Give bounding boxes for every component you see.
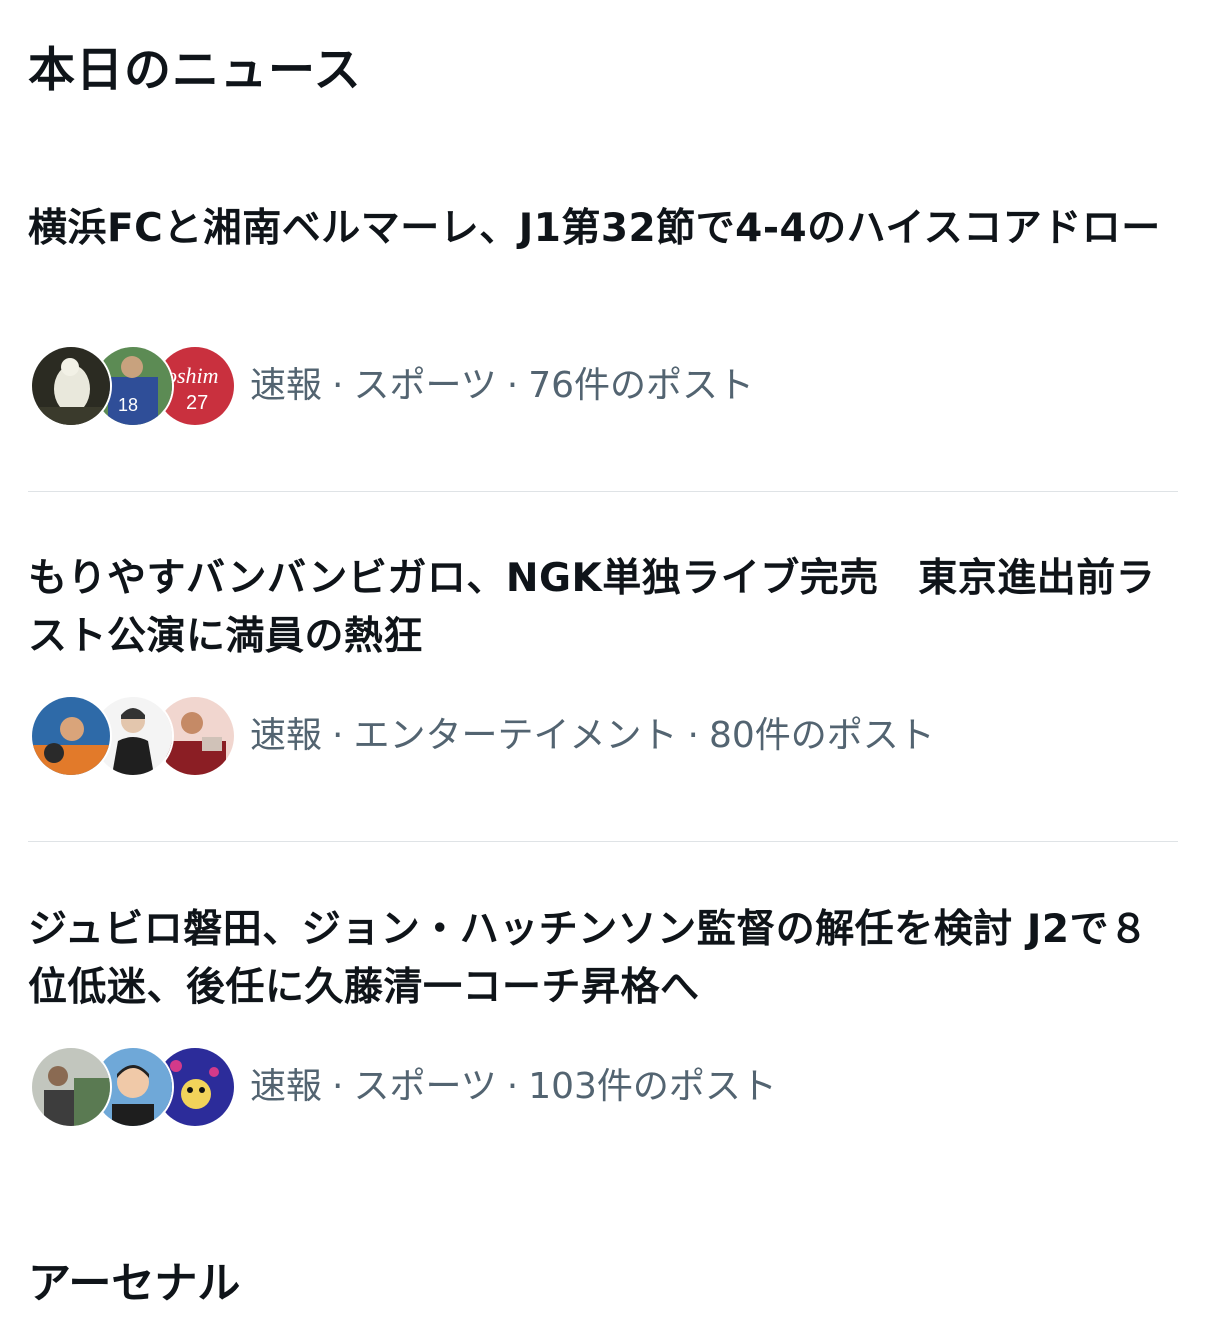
news-headline[interactable]: ジュビロ磐田、ジョン・ハッチンソン監督の解任を検討 J2で８位低迷、後任に久藤清…: [28, 901, 1178, 1017]
news-category: スポーツ: [353, 1066, 497, 1107]
avatar-stack: 18 oshim 27: [30, 345, 236, 427]
news-tag: 速報: [250, 715, 323, 756]
news-meta-text: 速報 · エンターテイメント · 80件のポスト: [250, 715, 935, 756]
news-meta-text: 速報 · スポーツ · 76件のポスト: [250, 365, 755, 406]
avatar-stack: [30, 695, 236, 777]
divider: [28, 841, 1178, 842]
trending-news-panel: 本日のニュース 横浜FCと湘南ベルマーレ、J1第32節で4-4のハイスコアドロー: [0, 0, 1206, 1329]
section-title: 本日のニュース: [28, 43, 362, 98]
news-tag: 速報: [250, 1066, 323, 1107]
svg-text:27: 27: [186, 392, 208, 414]
news-meta-text: 速報 · スポーツ · 103件のポスト: [250, 1066, 777, 1107]
news-meta: 速報 · エンターテイメント · 80件のポスト: [30, 695, 1180, 777]
news-category: スポーツ: [353, 365, 497, 406]
avatar-stack: [30, 1046, 236, 1128]
avatar: [30, 1046, 112, 1128]
news-meta: 18 oshim 27 速報 · スポーツ · 76件のポスト: [30, 345, 1180, 427]
next-section-title[interactable]: アーセナル: [28, 1252, 240, 1316]
news-tag: 速報: [250, 365, 323, 406]
news-post-count: 76件のポスト: [528, 365, 755, 406]
svg-text:18: 18: [118, 395, 138, 415]
avatar: [30, 345, 112, 427]
news-meta: 速報 · スポーツ · 103件のポスト: [30, 1046, 1180, 1128]
avatar: [30, 695, 112, 777]
news-post-count: 103件のポスト: [528, 1066, 777, 1107]
news-headline[interactable]: もりやすバンバンビガロ、NGK単独ライブ完売 東京進出前ラスト公演に満員の熱狂: [28, 550, 1178, 666]
news-headline[interactable]: 横浜FCと湘南ベルマーレ、J1第32節で4-4のハイスコアドロー: [28, 200, 1178, 258]
news-category: エンターテイメント: [353, 715, 678, 756]
news-post-count: 80件のポスト: [708, 715, 935, 756]
divider: [28, 491, 1178, 492]
